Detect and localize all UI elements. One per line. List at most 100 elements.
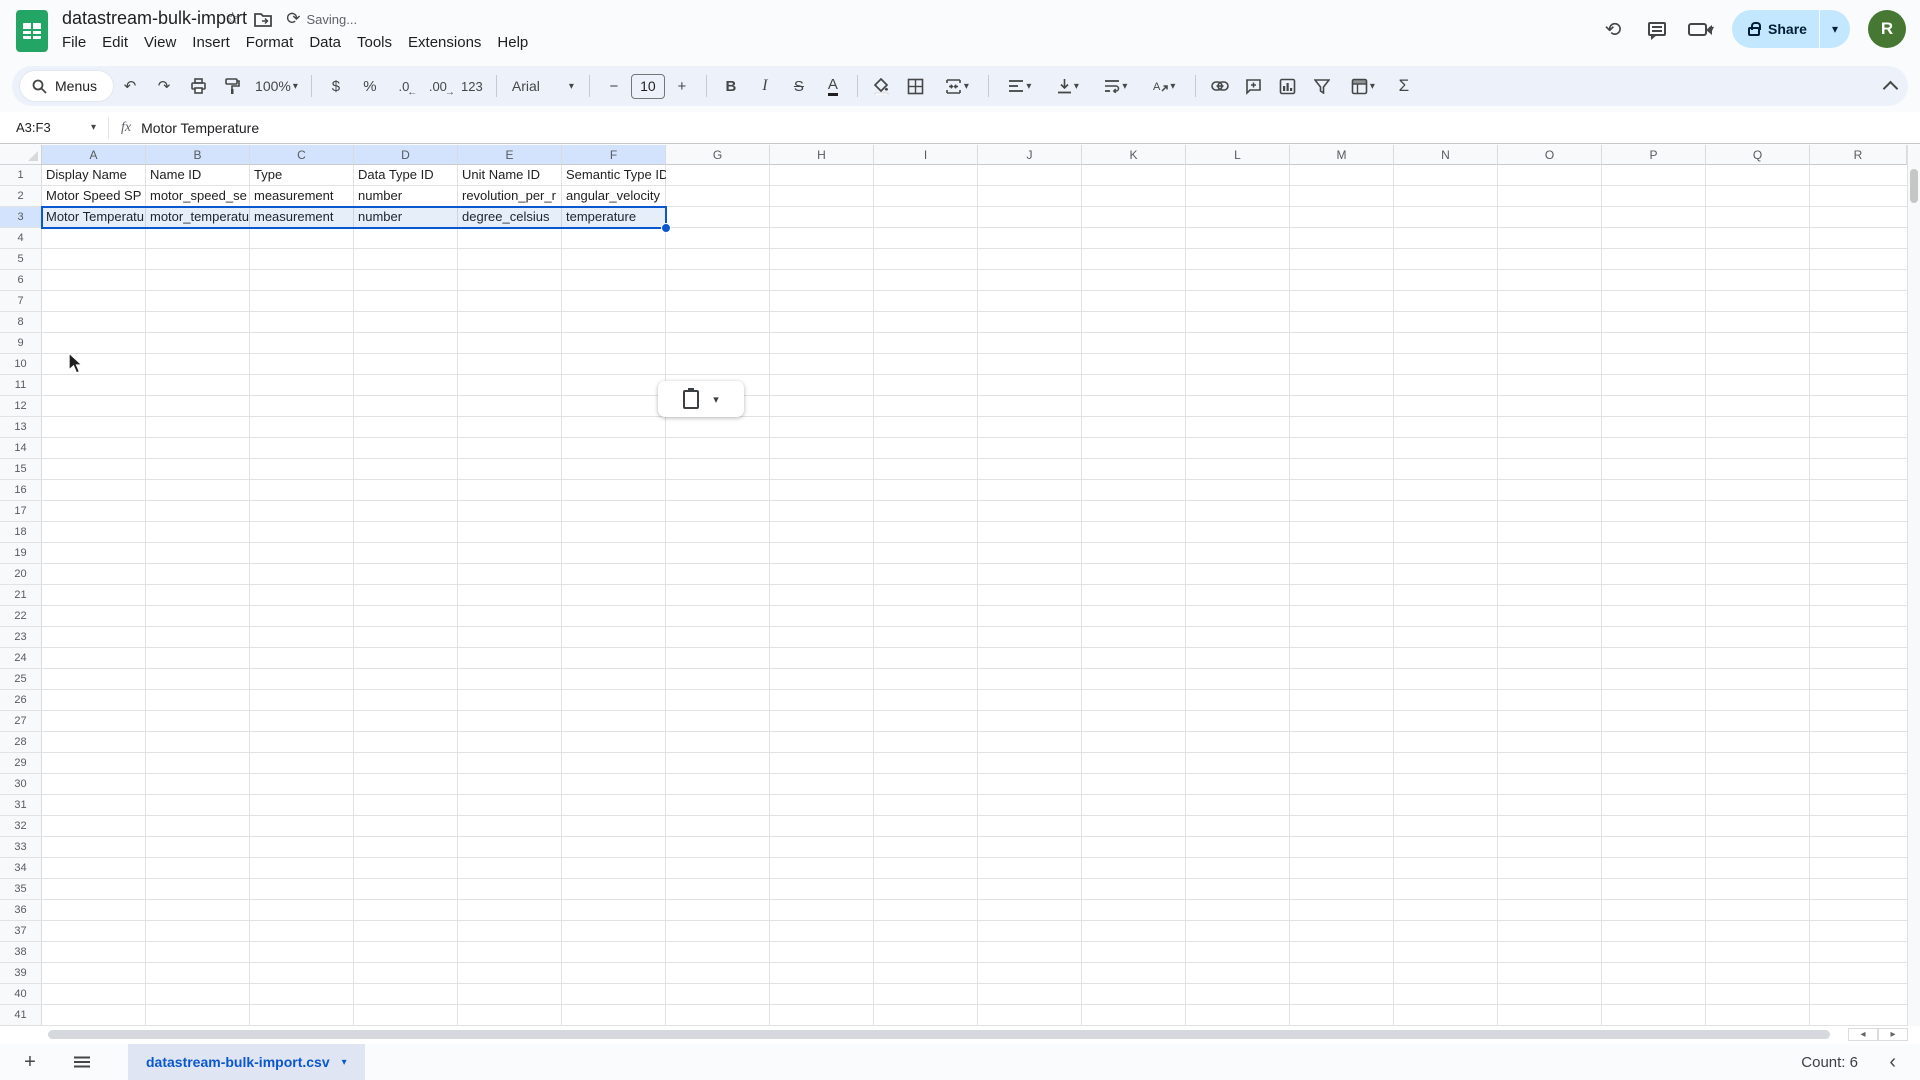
row-header-5[interactable]: 5 <box>0 249 42 270</box>
font-size-input[interactable]: 10 <box>631 74 665 99</box>
font-family-select[interactable]: Arial▾ <box>506 72 580 100</box>
row-header-34[interactable]: 34 <box>0 858 42 879</box>
increase-font-size-button[interactable]: + <box>667 72 697 100</box>
cell-B1[interactable]: Name ID <box>146 165 250 186</box>
all-sheets-button[interactable] <box>64 1047 100 1077</box>
print-button[interactable] <box>183 72 213 100</box>
cell-D2[interactable]: number <box>354 186 458 207</box>
share-button[interactable]: Share ▾ <box>1732 10 1850 48</box>
version-history-icon[interactable]: ⟲ <box>1600 16 1626 42</box>
increase-decimal-button[interactable]: .00→ <box>423 72 453 100</box>
create-filter-button[interactable] <box>1307 72 1337 100</box>
fill-handle[interactable] <box>661 223 671 233</box>
cell-E1[interactable]: Unit Name ID <box>458 165 562 186</box>
hide-toolbar-chevron[interactable] <box>1882 78 1898 94</box>
column-header-Q[interactable]: Q <box>1706 145 1810 165</box>
column-header-E[interactable]: E <box>458 145 562 165</box>
insert-link-button[interactable] <box>1205 72 1235 100</box>
row-header-36[interactable]: 36 <box>0 900 42 921</box>
menu-view[interactable]: View <box>136 30 184 55</box>
row-header-4[interactable]: 4 <box>0 228 42 249</box>
column-header-D[interactable]: D <box>354 145 458 165</box>
row-header-18[interactable]: 18 <box>0 522 42 543</box>
cell-C1[interactable]: Type <box>250 165 354 186</box>
column-header-P[interactable]: P <box>1602 145 1706 165</box>
fill-color-button[interactable] <box>867 72 897 100</box>
row-header-24[interactable]: 24 <box>0 648 42 669</box>
row-header-13[interactable]: 13 <box>0 417 42 438</box>
row-header-30[interactable]: 30 <box>0 774 42 795</box>
menu-insert[interactable]: Insert <box>184 30 238 55</box>
undo-button[interactable]: ↶ <box>115 72 145 100</box>
scroll-left-arrow[interactable]: ◂ <box>1848 1028 1878 1041</box>
strikethrough-button[interactable]: S <box>784 72 814 100</box>
row-header-28[interactable]: 28 <box>0 732 42 753</box>
horizontal-scrollbar-thumb[interactable] <box>48 1030 1830 1039</box>
row-header-23[interactable]: 23 <box>0 627 42 648</box>
paste-options-widget[interactable]: ▾ <box>658 381 744 417</box>
cell-E2[interactable]: revolution_per_r <box>458 186 562 207</box>
row-header-14[interactable]: 14 <box>0 438 42 459</box>
paste-options-dropdown-icon[interactable]: ▾ <box>713 393 719 406</box>
column-header-L[interactable]: L <box>1186 145 1290 165</box>
comments-icon[interactable] <box>1644 16 1670 42</box>
cell-D1[interactable]: Data Type ID <box>354 165 458 186</box>
name-box[interactable]: A3:F3▾ <box>0 120 104 135</box>
menu-file[interactable]: File <box>54 30 94 55</box>
row-header-7[interactable]: 7 <box>0 291 42 312</box>
column-header-M[interactable]: M <box>1290 145 1394 165</box>
decrease-decimal-button[interactable]: .0← <box>389 72 419 100</box>
row-header-11[interactable]: 11 <box>0 375 42 396</box>
insert-comment-button[interactable] <box>1239 72 1269 100</box>
row-header-9[interactable]: 9 <box>0 333 42 354</box>
move-to-folder-icon[interactable] <box>254 12 272 27</box>
menu-extensions[interactable]: Extensions <box>400 30 489 55</box>
horizontal-scrollbar[interactable]: ◂ ▸ <box>0 1026 1920 1044</box>
menu-help[interactable]: Help <box>489 30 536 55</box>
star-icon[interactable]: ☆ <box>225 9 240 29</box>
cell-F1[interactable]: Semantic Type ID <box>562 165 666 186</box>
vertical-scrollbar-thumb[interactable] <box>1910 169 1918 203</box>
row-header-25[interactable]: 25 <box>0 669 42 690</box>
vertical-scrollbar[interactable] <box>1907 145 1920 1026</box>
bold-button[interactable]: B <box>716 72 746 100</box>
row-header-8[interactable]: 8 <box>0 312 42 333</box>
menus-search-button[interactable]: Menus <box>20 71 113 101</box>
row-header-38[interactable]: 38 <box>0 942 42 963</box>
zoom-control[interactable]: 100%▾ <box>251 72 302 100</box>
meet-video-icon[interactable]: ▾ <box>1688 16 1714 42</box>
grid-cells-area[interactable]: Display NameName IDTypeData Type IDUnit … <box>42 165 1907 1026</box>
row-header-21[interactable]: 21 <box>0 585 42 606</box>
collapse-panel-chevron[interactable]: ‹ <box>1889 1044 1896 1080</box>
row-header-15[interactable]: 15 <box>0 459 42 480</box>
row-header-41[interactable]: 41 <box>0 1005 42 1026</box>
document-title[interactable]: datastream-bulk-import <box>62 8 247 29</box>
share-dropdown[interactable]: ▾ <box>1820 22 1850 36</box>
cell-B2[interactable]: motor_speed_se <box>146 186 250 207</box>
paint-format-button[interactable] <box>217 72 247 100</box>
format-currency-button[interactable]: $ <box>321 72 351 100</box>
functions-button[interactable]: Σ <box>1389 72 1419 100</box>
column-header-A[interactable]: A <box>42 145 146 165</box>
cell-A2[interactable]: Motor Speed SP <box>42 186 146 207</box>
italic-button[interactable]: I <box>750 72 780 100</box>
merge-cells-button[interactable]: ▾ <box>935 72 979 100</box>
borders-button[interactable] <box>901 72 931 100</box>
row-header-33[interactable]: 33 <box>0 837 42 858</box>
text-wrapping-button[interactable]: ▾ <box>1094 72 1138 100</box>
row-header-35[interactable]: 35 <box>0 879 42 900</box>
column-header-I[interactable]: I <box>874 145 978 165</box>
row-header-10[interactable]: 10 <box>0 354 42 375</box>
format-percent-button[interactable]: % <box>355 72 385 100</box>
column-header-F[interactable]: F <box>562 145 666 165</box>
row-header-37[interactable]: 37 <box>0 921 42 942</box>
sheet-tab-active[interactable]: datastream-bulk-import.csv ▾ <box>128 1044 365 1080</box>
cell-A1[interactable]: Display Name <box>42 165 146 186</box>
sheets-logo-icon[interactable] <box>16 10 48 52</box>
column-header-N[interactable]: N <box>1394 145 1498 165</box>
namebox-dropdown-icon[interactable]: ▾ <box>91 122 96 133</box>
row-header-26[interactable]: 26 <box>0 690 42 711</box>
menu-format[interactable]: Format <box>238 30 302 55</box>
column-header-J[interactable]: J <box>978 145 1082 165</box>
cell-F2[interactable]: angular_velocity <box>562 186 666 207</box>
